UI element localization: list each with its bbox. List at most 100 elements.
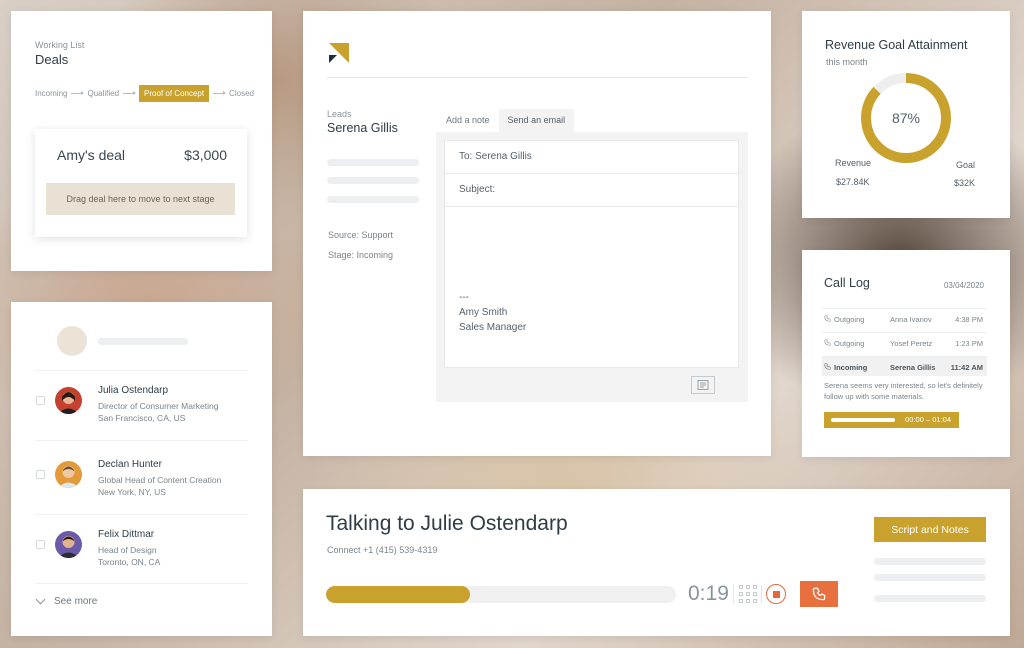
revenue-title: Revenue Goal Attainment [825, 38, 968, 52]
arrow-icon [213, 91, 227, 95]
deals-eyebrow: Working List [35, 40, 85, 50]
call-contact: Serena Gillis [890, 363, 936, 372]
brand-logo-icon [329, 43, 349, 63]
stop-recording-button[interactable] [766, 584, 786, 604]
text-placeholder [327, 177, 419, 184]
call-log-card: Call Log 03/04/2020 Outgoing Anna Ivanov… [802, 250, 1010, 457]
avatar-placeholder [57, 326, 87, 356]
call-log-date: 03/04/2020 [943, 281, 984, 290]
tab-add-note[interactable]: Add a note [437, 109, 499, 132]
pipeline-stages: Incoming Qualified Proof of Concept Clos… [35, 85, 254, 102]
revenue-label: Revenue [835, 158, 872, 168]
keypad-icon[interactable] [739, 585, 757, 603]
phone-icon [812, 587, 826, 601]
revenue-value: $27.84K [836, 177, 870, 187]
call-row[interactable]: Outgoing Yosef Peretz 1:23 PM [822, 332, 987, 352]
contact-title: Head of Design [98, 545, 157, 555]
recording-progress-bar[interactable] [831, 418, 895, 422]
subject-field[interactable]: Subject: [445, 174, 738, 207]
stage-qualified[interactable]: Qualified [87, 89, 119, 98]
call-contact: Anna Ivanov [890, 315, 932, 324]
to-field[interactable]: To: Serena Gillis [445, 141, 738, 174]
phone-icon [824, 363, 831, 372]
call-time: 11:42 AM [950, 363, 983, 372]
divider [733, 585, 734, 603]
text-placeholder [874, 574, 986, 581]
avatar [55, 531, 82, 558]
call-direction: Incoming [834, 363, 868, 372]
drop-zone[interactable]: Drag deal here to move to next stage [46, 183, 235, 215]
contact-checkbox[interactable] [36, 470, 45, 479]
contact-row[interactable]: Felix Dittmar Head of Design Toronto, ON… [35, 518, 248, 578]
lead-source: Source: Support [328, 230, 394, 240]
email-editor[interactable]: To: Serena Gillis Subject: --- Amy Smith… [444, 140, 739, 368]
template-icon[interactable] [691, 376, 715, 394]
stage-incoming[interactable]: Incoming [35, 89, 67, 98]
deal-value: $3,000 [184, 147, 227, 163]
arrow-icon [123, 91, 137, 95]
script-and-notes-button[interactable]: Script and Notes [874, 517, 986, 542]
call-progress-track [326, 586, 676, 603]
revenue-goal-card: Revenue Goal Attainment this month 87% R… [802, 11, 1010, 218]
see-more-label: See more [54, 596, 98, 607]
contact-row[interactable]: Julia Ostendarp Director of Consumer Mar… [35, 374, 248, 434]
divider [761, 585, 762, 603]
phone-icon [824, 315, 831, 324]
contact-name: Felix Dittmar [98, 529, 155, 540]
call-note: Serena seems very interested, so let's d… [824, 381, 983, 401]
call-progress-fill [326, 586, 470, 603]
call-title: Talking to Julie Ostendarp [326, 512, 568, 535]
chevron-down-icon [35, 594, 46, 605]
contact-checkbox[interactable] [36, 540, 45, 549]
divider [35, 514, 248, 515]
leads-eyebrow: Leads [327, 109, 352, 119]
call-time: 1:23 PM [955, 339, 983, 348]
call-direction: Outgoing [834, 339, 865, 348]
tab-send-email[interactable]: Send an email [498, 109, 575, 132]
lead-stage: Stage: Incoming [328, 250, 394, 260]
deal-card[interactable]: Amy's deal $3,000 Drag deal here to move… [35, 129, 247, 237]
contact-checkbox[interactable] [36, 396, 45, 405]
contact-name: Julia Ostendarp [98, 385, 169, 396]
divider [35, 370, 248, 371]
deals-card: Working List Deals Incoming Qualified Pr… [11, 11, 272, 271]
active-call-card: Talking to Julie Ostendarp Connect +1 (4… [303, 489, 1010, 636]
divider [35, 440, 248, 441]
contact-row[interactable]: Declan Hunter Global Head of Content Cre… [35, 448, 248, 508]
call-contact: Yosef Peretz [890, 339, 933, 348]
call-row[interactable]: Outgoing Anna Ivanov 4:38 PM [822, 308, 987, 328]
lead-name: Serena Gillis [327, 121, 398, 135]
divider [35, 583, 248, 584]
contacts-card: Julia Ostendarp Director of Consumer Mar… [11, 302, 272, 636]
call-direction: Outgoing [834, 315, 865, 324]
call-time: 4:38 PM [955, 315, 983, 324]
goal-label: Goal [956, 160, 976, 170]
signature-title: Sales Manager [459, 322, 527, 333]
avatar [55, 461, 82, 488]
email-compose: To: Serena Gillis Subject: --- Amy Smith… [436, 132, 748, 402]
see-more-link[interactable]: See more [35, 594, 98, 607]
call-elapsed-time: 0:19 [688, 582, 729, 605]
avatar [55, 387, 82, 414]
stage-closed[interactable]: Closed [229, 89, 254, 98]
recording-time: 00:00 – 01:04 [905, 415, 951, 424]
contact-name: Declan Hunter [98, 459, 162, 470]
call-log-title: Call Log [824, 276, 870, 290]
call-recording-player[interactable]: 00:00 – 01:04 [824, 412, 959, 428]
arrow-icon [71, 91, 85, 95]
contact-location: New York, NY, US [98, 487, 166, 497]
revenue-percent: 87% [891, 110, 921, 126]
text-placeholder [874, 595, 986, 602]
end-call-button[interactable] [800, 581, 838, 607]
call-row-selected[interactable]: Incoming Serena Gillis 11:42 AM [822, 356, 987, 376]
signature-separator: --- [459, 292, 469, 303]
text-placeholder [327, 196, 419, 203]
call-number: Connect +1 (415) 539-4319 [327, 545, 438, 555]
deals-title: Deals [35, 52, 69, 67]
contact-title: Global Head of Content Creation [98, 475, 222, 485]
stage-proof-of-concept[interactable]: Proof of Concept [139, 85, 210, 102]
contact-location: San Francisco, CA, US [98, 413, 186, 423]
name-placeholder [98, 338, 188, 345]
contact-location: Toronto, ON, CA [98, 557, 161, 567]
divider [327, 77, 748, 78]
